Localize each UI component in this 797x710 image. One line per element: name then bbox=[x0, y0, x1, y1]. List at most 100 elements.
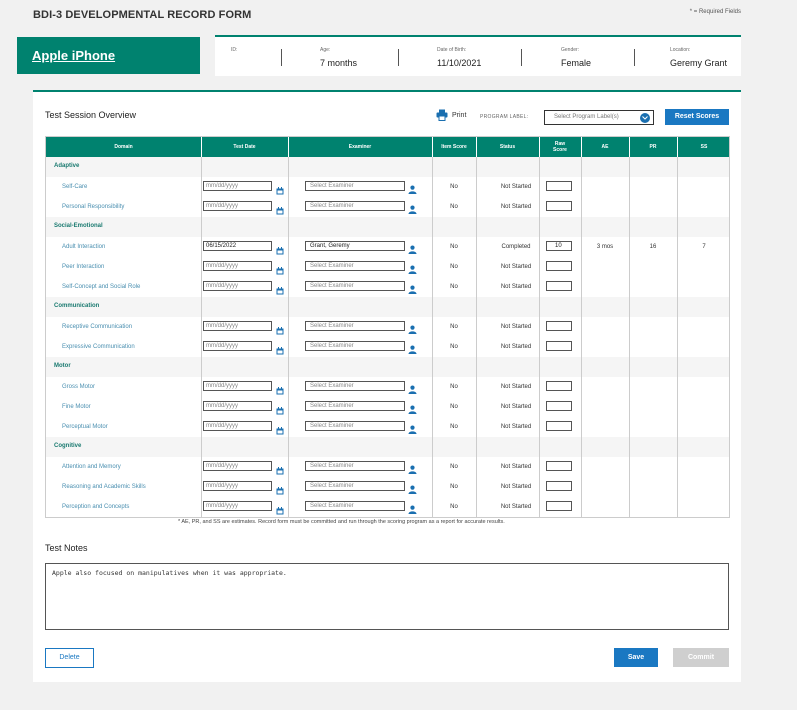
column-divider bbox=[432, 157, 433, 517]
save-button[interactable]: Save bbox=[614, 648, 658, 667]
gender-label: Gender: bbox=[561, 47, 580, 53]
test-date-input[interactable]: mm/dd/yyyy bbox=[203, 401, 272, 411]
table-row: Self-Care mm/dd/yyyy Select Examiner No Not … bbox=[46, 177, 729, 197]
calendar-icon[interactable] bbox=[276, 182, 284, 195]
header-divider bbox=[629, 137, 630, 157]
person-icon[interactable] bbox=[408, 421, 417, 434]
calendar-icon[interactable] bbox=[276, 322, 284, 335]
raw-score-input[interactable] bbox=[546, 281, 572, 291]
test-date-input[interactable]: mm/dd/yyyy bbox=[203, 281, 272, 291]
domain-link[interactable]: Gross Motor bbox=[62, 384, 95, 390]
domain-link[interactable]: Fine Motor bbox=[62, 404, 91, 410]
test-date-input[interactable]: mm/dd/yyyy bbox=[203, 421, 272, 431]
calendar-icon[interactable] bbox=[276, 462, 284, 475]
raw-score-input[interactable] bbox=[546, 321, 572, 331]
domain-link[interactable]: Expressive Communication bbox=[62, 344, 135, 350]
table-row: Reasoning and Academic Skills mm/dd/yyyy S… bbox=[46, 477, 729, 497]
domain-link[interactable]: Peer Interaction bbox=[62, 264, 104, 270]
test-date-input[interactable]: mm/dd/yyyy bbox=[203, 481, 272, 491]
test-notes-textarea[interactable]: Apple also focused on manipulatives when… bbox=[45, 563, 729, 630]
domain-link[interactable]: Attention and Memory bbox=[62, 464, 121, 470]
person-icon[interactable] bbox=[408, 381, 417, 394]
calendar-icon[interactable] bbox=[276, 342, 284, 355]
examiner-select[interactable]: Select Examiner bbox=[305, 201, 405, 211]
raw-score-input[interactable] bbox=[546, 261, 572, 271]
calendar-icon[interactable] bbox=[276, 402, 284, 415]
header-divider bbox=[288, 137, 289, 157]
commit-button[interactable]: Commit bbox=[673, 648, 729, 667]
delete-button[interactable]: Delete bbox=[45, 648, 94, 668]
raw-score-input[interactable] bbox=[546, 401, 572, 411]
test-date-input[interactable]: mm/dd/yyyy bbox=[203, 181, 272, 191]
group-row: Cognitive bbox=[46, 437, 729, 457]
col-domain: Domain bbox=[114, 144, 133, 150]
test-date-input[interactable]: mm/dd/yyyy bbox=[203, 201, 272, 211]
domain-link[interactable]: Self-Concept and Social Role bbox=[62, 284, 140, 290]
reset-scores-button[interactable]: Reset Scores bbox=[665, 109, 729, 125]
person-icon[interactable] bbox=[408, 321, 417, 334]
domain-link[interactable]: Perception and Concepts bbox=[62, 504, 129, 510]
test-date-input[interactable]: mm/dd/yyyy bbox=[203, 341, 272, 351]
test-date-input[interactable]: mm/dd/yyyy bbox=[203, 381, 272, 391]
examiner-select[interactable]: Select Examiner bbox=[305, 481, 405, 491]
person-icon[interactable] bbox=[408, 501, 417, 514]
status-value: Completed bbox=[501, 244, 531, 250]
print-button[interactable]: Print bbox=[436, 109, 466, 121]
domain-link[interactable]: Reasoning and Academic Skills bbox=[62, 484, 146, 490]
child-name-link[interactable]: Apple iPhone bbox=[32, 48, 115, 63]
calendar-icon[interactable] bbox=[276, 422, 284, 435]
domain-link[interactable]: Receptive Communication bbox=[62, 324, 132, 330]
person-icon[interactable] bbox=[408, 461, 417, 474]
examiner-select[interactable]: Select Examiner bbox=[305, 341, 405, 351]
person-icon[interactable] bbox=[408, 341, 417, 354]
raw-score-input[interactable] bbox=[546, 341, 572, 351]
examiner-select[interactable]: Select Examiner bbox=[305, 181, 405, 191]
person-icon[interactable] bbox=[408, 241, 417, 254]
domain-link[interactable]: Adult Interaction bbox=[62, 244, 105, 250]
calendar-icon[interactable] bbox=[276, 262, 284, 275]
raw-score-input[interactable] bbox=[546, 461, 572, 471]
calendar-icon[interactable] bbox=[276, 202, 284, 215]
examiner-select[interactable]: Select Examiner bbox=[305, 401, 405, 411]
test-session-card: Test Session Overview Print PROGRAM LABE… bbox=[33, 90, 741, 682]
person-icon[interactable] bbox=[408, 181, 417, 194]
test-date-input[interactable]: mm/dd/yyyy bbox=[203, 321, 272, 331]
calendar-icon[interactable] bbox=[276, 382, 284, 395]
raw-score-input[interactable] bbox=[546, 181, 572, 191]
raw-score-input[interactable] bbox=[546, 381, 572, 391]
raw-score-input[interactable] bbox=[546, 421, 572, 431]
table-row: Adult Interaction 06/15/2022 Grant, Geremy… bbox=[46, 237, 729, 257]
program-label-select[interactable]: Select Program Label(s) bbox=[544, 110, 654, 125]
domain-link[interactable]: Personal Responsibility bbox=[62, 204, 124, 210]
test-date-input[interactable]: mm/dd/yyyy bbox=[203, 261, 272, 271]
examiner-select[interactable]: Select Examiner bbox=[305, 501, 405, 511]
examiner-select[interactable]: Select Examiner bbox=[305, 281, 405, 291]
person-icon[interactable] bbox=[408, 401, 417, 414]
person-icon[interactable] bbox=[408, 201, 417, 214]
person-icon[interactable] bbox=[408, 281, 417, 294]
raw-score-input[interactable] bbox=[546, 201, 572, 211]
item-score-value: No bbox=[450, 424, 458, 430]
test-date-input[interactable]: 06/15/2022 bbox=[203, 241, 272, 251]
status-value: Not Started bbox=[500, 264, 532, 270]
raw-score-input[interactable]: 10 bbox=[546, 241, 572, 251]
examiner-select[interactable]: Select Examiner bbox=[305, 461, 405, 471]
examiner-select[interactable]: Grant, Geremy bbox=[305, 241, 405, 251]
person-icon[interactable] bbox=[408, 261, 417, 274]
calendar-icon[interactable] bbox=[276, 242, 284, 255]
test-date-input[interactable]: mm/dd/yyyy bbox=[203, 501, 272, 511]
ae-value: 3 mos bbox=[596, 244, 614, 250]
examiner-select[interactable]: Select Examiner bbox=[305, 381, 405, 391]
raw-score-input[interactable] bbox=[546, 481, 572, 491]
test-date-input[interactable]: mm/dd/yyyy bbox=[203, 461, 272, 471]
person-icon[interactable] bbox=[408, 481, 417, 494]
calendar-icon[interactable] bbox=[276, 482, 284, 495]
calendar-icon[interactable] bbox=[276, 502, 284, 515]
examiner-select[interactable]: Select Examiner bbox=[305, 321, 405, 331]
domain-link[interactable]: Perceptual Motor bbox=[62, 424, 108, 430]
calendar-icon[interactable] bbox=[276, 282, 284, 295]
examiner-select[interactable]: Select Examiner bbox=[305, 421, 405, 431]
raw-score-input[interactable] bbox=[546, 501, 572, 511]
domain-link[interactable]: Self-Care bbox=[62, 184, 87, 190]
examiner-select[interactable]: Select Examiner bbox=[305, 261, 405, 271]
